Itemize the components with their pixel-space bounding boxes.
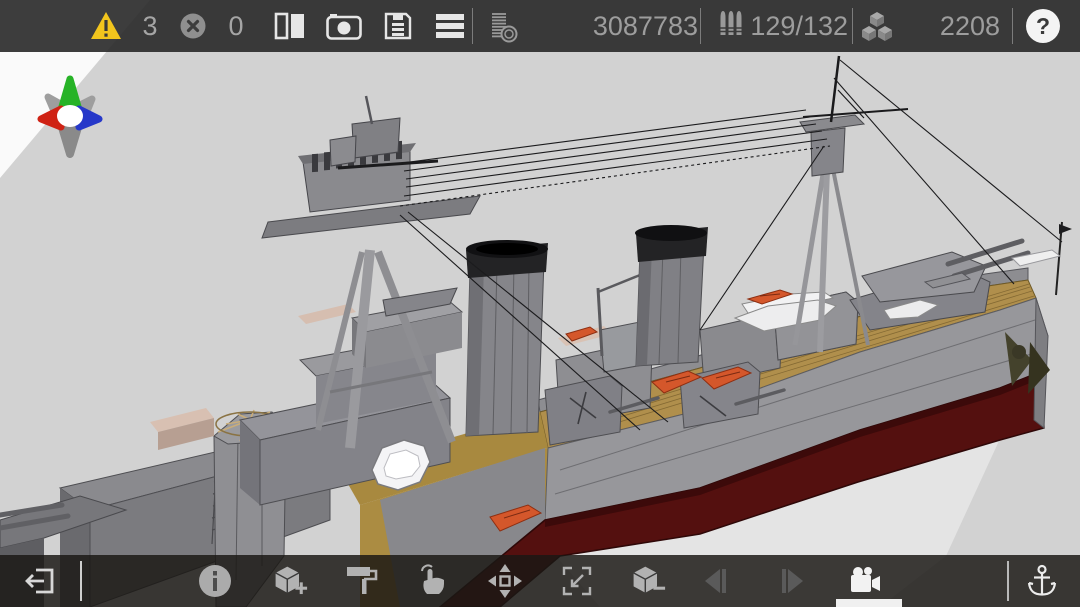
divider [852, 8, 853, 44]
remove-block-icon[interactable] [630, 563, 666, 599]
paint-roller-icon[interactable] [344, 563, 380, 599]
save-icon[interactable] [384, 12, 412, 40]
viewport-3d[interactable] [0, 0, 1080, 607]
orientation-gizmo[interactable] [28, 70, 118, 165]
divider [700, 8, 701, 44]
error-count: 0 [228, 11, 244, 41]
cubes-icon [862, 12, 892, 41]
ship-builder-app: 3 0 3087783 129/132 2208 ? [0, 0, 1080, 607]
coins-stack-icon [492, 13, 518, 43]
error-circle-icon[interactable] [180, 13, 206, 39]
divider [472, 8, 473, 44]
info-icon[interactable] [197, 563, 233, 599]
menu-icon[interactable] [436, 13, 464, 39]
shells-icon [720, 11, 742, 35]
scale-icon[interactable] [559, 563, 595, 599]
divider [80, 561, 82, 601]
warning-icon[interactable] [90, 11, 122, 41]
add-block-icon[interactable] [272, 563, 308, 599]
gizmo-center[interactable] [57, 105, 83, 127]
warning-count: 3 [142, 11, 158, 41]
active-tool-underline [836, 599, 902, 607]
bottom-toolbar [0, 555, 1080, 607]
tap-hand-icon[interactable] [414, 563, 450, 599]
next-icon[interactable] [772, 563, 808, 599]
help-button[interactable]: ? [1026, 9, 1060, 43]
divider [1007, 561, 1009, 601]
stat-blocks: 2208 [939, 11, 1000, 41]
divider [1012, 8, 1013, 44]
exit-icon[interactable] [22, 563, 58, 599]
prev-icon[interactable] [700, 563, 736, 599]
stat-parts: 129/132 [750, 11, 848, 41]
funnel-2 [635, 225, 708, 367]
panels-icon[interactable] [274, 12, 306, 40]
move-icon[interactable] [487, 563, 523, 599]
camera-snapshot-icon[interactable] [326, 13, 362, 40]
anchor-icon[interactable] [1024, 563, 1060, 599]
camera-mode-icon[interactable] [848, 563, 884, 599]
stat-cost: 3087783 [592, 11, 698, 41]
top-toolbar: 3 0 3087783 129/132 2208 ? [0, 0, 1080, 52]
